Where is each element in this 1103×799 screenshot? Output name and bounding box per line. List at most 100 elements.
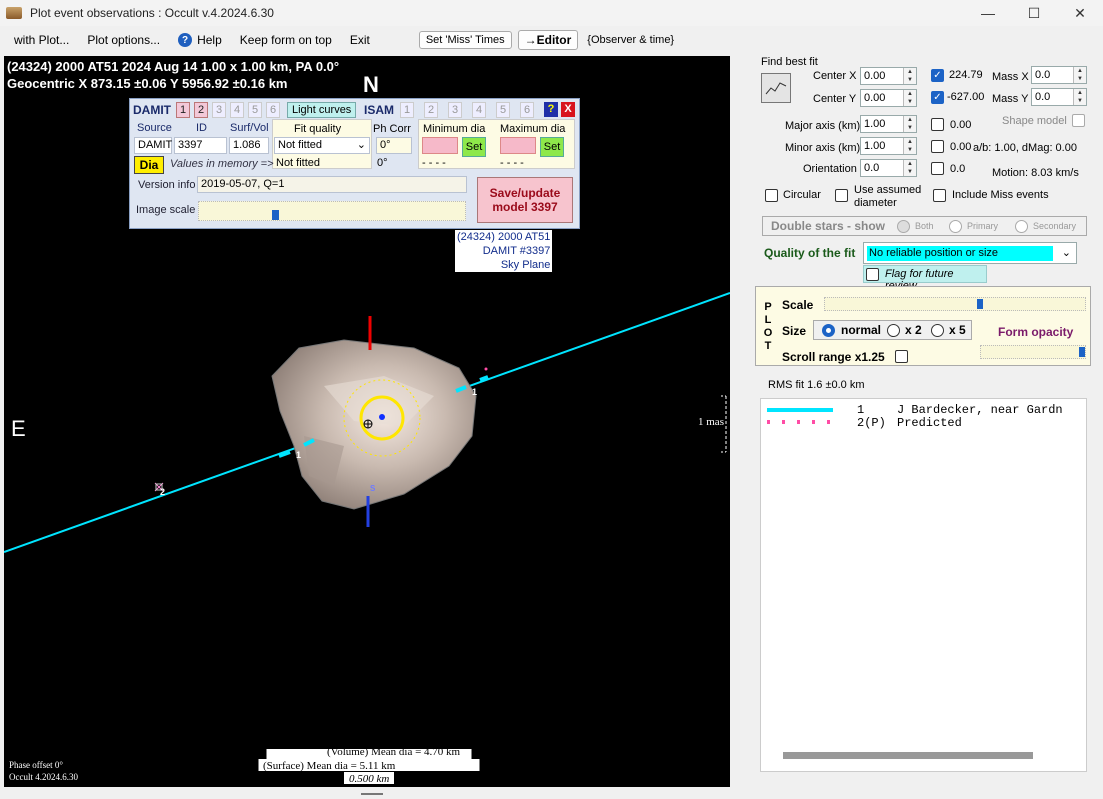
damit-close-icon[interactable]: X [561,102,575,117]
center-x-input[interactable]: 0.00 ▲ ▼ [860,67,917,85]
legend-name: J Bardecker, near Gardn [897,403,1063,417]
menu-plot-options[interactable]: Plot options... [78,26,169,54]
maximize-button[interactable]: ☐ [1011,0,1057,26]
isam-model-6[interactable]: 6 [520,102,534,118]
set-miss-times-button[interactable]: Set 'Miss' Times [418,31,512,49]
observer-time-label[interactable]: {Observer & time} [578,26,683,54]
fit-quality-select[interactable]: Not fitted ⌄ [274,137,370,154]
image-scale-slider[interactable] [198,201,466,221]
minor-axis-label: Minor axis (km) [785,142,861,154]
version-info-field: 2019-05-07, Q=1 [197,176,467,193]
form-opacity-thumb[interactable] [1079,347,1085,357]
damit-model-1[interactable]: 1 [176,102,190,118]
help-icon: ? [178,33,193,47]
mas-scale-label: 1 mas [698,416,724,428]
plot-header-line1: (24324) 2000 AT51 2024 Aug 14 1.00 x 1.0… [7,59,340,74]
legend-row[interactable]: 2(P) Predicted [767,416,1086,430]
mass-x-input[interactable]: 0.0 ▲ ▼ [1031,66,1087,84]
light-curves-button[interactable]: Light curves [287,102,357,118]
chord-label-1: 1 [296,450,302,460]
use-assumed-checkbox[interactable] [835,189,848,202]
center-x-value: 0.00 [864,70,886,82]
size-x2-radio[interactable] [887,324,900,337]
min-dia-field[interactable] [422,137,458,154]
menu-exit[interactable]: Exit [341,26,379,54]
isam-title: ISAM [364,103,394,117]
damit-model-3[interactable]: 3 [212,102,226,118]
max-dia-set-button[interactable]: Set [540,137,564,157]
chevron-down-icon: ⌄ [1061,247,1071,259]
damit-help-icon[interactable]: ? [544,102,558,117]
find-best-fit-button[interactable] [761,73,791,103]
plot-vertical-label: PLOT [763,301,773,353]
isam-model-5[interactable]: 5 [496,102,510,118]
isam-model-1[interactable]: 1 [400,102,414,118]
horizontal-scrollbar[interactable] [783,752,1033,759]
circular-checkbox[interactable] [765,189,778,202]
scale-slider[interactable] [824,297,1086,311]
center-x-label: Center X [813,70,857,82]
size-x5-label: x 5 [949,323,966,337]
orientation-checkbox[interactable] [931,162,944,175]
fit-curve-icon [765,82,787,95]
scale-slider-thumb[interactable] [977,299,984,309]
minor-axis-input[interactable]: 1.00 ▲ ▼ [860,137,917,155]
plot-letter-l: L [764,314,772,326]
isam-model-3[interactable]: 3 [448,102,462,118]
center-x-checkbox[interactable]: ✓ [931,69,944,82]
double-primary-radio[interactable] [949,220,962,233]
south-tick-label: S [370,484,376,493]
max-dia-field[interactable] [500,137,536,154]
double-secondary-label: Secondary [1033,221,1077,231]
legend-num: 1 [857,403,865,417]
source-field: DAMIT [134,137,172,154]
ph-corr-field[interactable]: 0° [376,137,412,154]
min-dia-set-button[interactable]: Set [462,137,486,157]
find-best-fit-label: Find best fit [761,56,818,68]
image-scale-thumb[interactable] [271,210,279,220]
title-bar: Plot event observations : Occult v.4.202… [0,0,1103,26]
save-update-model-button[interactable]: Save/update model 3397 [477,177,573,223]
include-miss-checkbox[interactable] [933,189,946,202]
minor-axis-checkbox[interactable] [931,140,944,153]
size-normal-radio[interactable] [822,324,835,337]
flag-future-review-checkbox[interactable] [866,268,879,281]
resize-grip[interactable] [361,793,383,795]
major-axis-input[interactable]: 1.00 ▲ ▼ [860,115,917,133]
editor-button[interactable]: →Editor [517,30,579,50]
damit-model-6[interactable]: 6 [266,102,280,118]
object-label-box: (24324) 2000 AT51 DAMIT #3397 Sky Plane [455,230,553,272]
center-y-input[interactable]: 0.00 ▲ ▼ [860,89,917,107]
north-label: N [363,72,379,97]
damit-model-2[interactable]: 2 [194,102,208,118]
menu-help[interactable]: ? Help [169,26,231,54]
dia-button[interactable]: Dia [134,156,164,174]
observer-legend-list[interactable]: 1 J Bardecker, near Gardn 2(P) Predicted [760,398,1087,772]
damit-model-5[interactable]: 5 [248,102,262,118]
form-opacity-slider[interactable] [980,345,1086,359]
menu-with-plot[interactable]: with Plot... [5,26,78,54]
orientation-input[interactable]: 0.0 ▲ ▼ [860,159,917,177]
flag-future-review-control[interactable]: Flag for future review [863,265,987,292]
minimize-button[interactable]: — [965,0,1011,26]
size-x5-radio[interactable] [931,324,944,337]
center-y-checkbox[interactable]: ✓ [931,91,944,104]
major-axis-checkbox[interactable] [931,118,944,131]
isam-model-2[interactable]: 2 [424,102,438,118]
object-name-label: (24324) 2000 AT51 [457,231,551,243]
mass-y-input[interactable]: 0.0 ▲ ▼ [1031,88,1087,106]
scroll-range-checkbox[interactable] [895,350,908,363]
legend-row[interactable]: 1 J Bardecker, near Gardn [767,403,1086,417]
double-both-radio[interactable] [897,220,910,233]
size-x2-label: x 2 [905,323,922,337]
damit-model-4[interactable]: 4 [230,102,244,118]
menu-keep-on-top[interactable]: Keep form on top [231,26,341,54]
scale-label: Scale [782,298,814,312]
double-secondary-radio[interactable] [1015,220,1028,233]
shape-model-checkbox[interactable] [1072,114,1085,127]
isam-model-4[interactable]: 4 [472,102,486,118]
quality-of-fit-select[interactable]: No reliable position or size ⌄ [863,242,1077,264]
max-dia-dashes: - - - - [500,157,524,169]
version-info-label: Version info [138,179,196,191]
close-button[interactable]: ✕ [1057,0,1103,26]
